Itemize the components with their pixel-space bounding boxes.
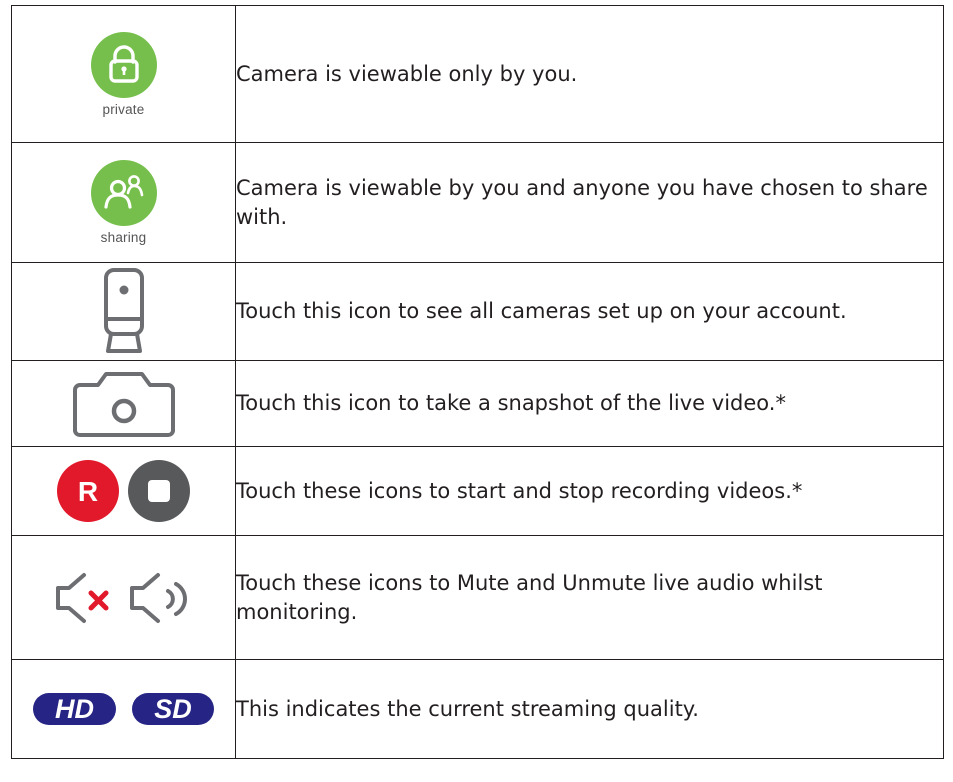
mute-icon [55, 572, 108, 623]
icon-cell: sharing [11, 142, 236, 263]
legend-row-sharing: sharing Camera is viewable by you and an… [11, 142, 944, 263]
sharing-badge-label: sharing [100, 230, 147, 245]
legend-row-audio: Touch these icons to Mute and Unmute liv… [11, 535, 944, 660]
legend-description: Camera is viewable only by you. [235, 5, 944, 143]
icon-cell [11, 360, 236, 447]
hd-icon: HD [33, 693, 116, 725]
legend-row-snapshot: Touch this icon to take a snapshot of th… [11, 360, 944, 447]
legend-description: Touch these icons to start and stop reco… [235, 446, 944, 536]
legend-row-cameras: Touch this icon to see all cameras set u… [11, 262, 944, 361]
legend-description: Touch these icons to Mute and Unmute liv… [235, 535, 944, 660]
icon-cell: R [11, 446, 236, 536]
icon-cell: HD SD [11, 659, 236, 759]
legend-description: This indicates the current streaming qua… [235, 659, 944, 759]
unmute-icon [129, 572, 187, 623]
legend-description: Touch this icon to see all cameras set u… [235, 262, 944, 361]
legend-row-quality: HD SD This indicates the current streami… [11, 659, 944, 759]
record-icon: R [57, 460, 119, 522]
icon-cell: private [11, 5, 236, 143]
icon-cell [11, 535, 236, 660]
stop-icon [128, 460, 190, 522]
legend-row-recording: R Touch these icons to start and stop re… [11, 446, 944, 536]
camera-device-icon [103, 267, 144, 353]
private-badge-label: private [102, 101, 145, 117]
sd-label: SD [154, 694, 192, 724]
hd-label: HD [55, 694, 94, 724]
icon-cell [11, 262, 236, 361]
legend-row-private: private Camera is viewable only by you. [11, 5, 944, 143]
lock-icon [90, 31, 157, 98]
sd-icon: SD [132, 693, 214, 725]
icon-legend-table: private Camera is viewable only by you. … [11, 5, 944, 759]
record-letter: R [78, 476, 98, 507]
legend-description: Touch this icon to take a snapshot of th… [235, 360, 944, 447]
users-icon [90, 160, 157, 226]
snapshot-icon [72, 371, 175, 437]
legend-description: Camera is viewable by you and anyone you… [235, 142, 944, 263]
